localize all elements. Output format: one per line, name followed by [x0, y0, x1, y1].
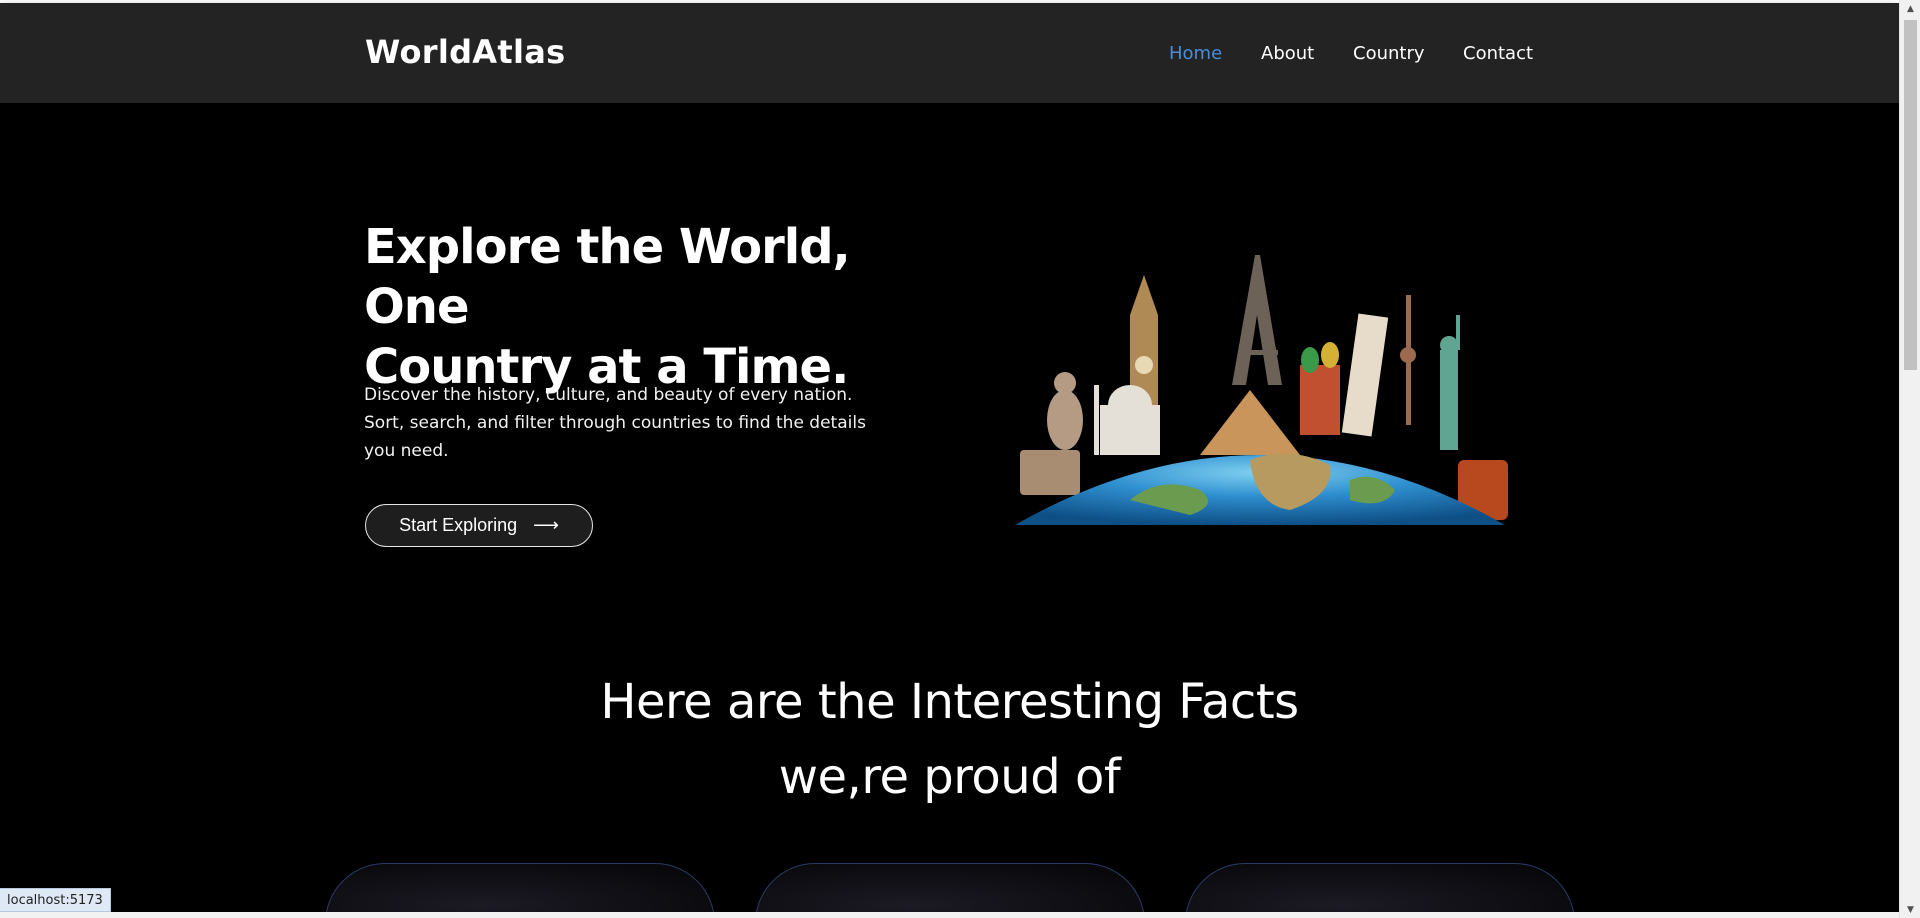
- arrow-right-icon: ⟶: [533, 515, 559, 535]
- globe-icon: [1015, 453, 1505, 525]
- hero-description-line-2: Sort, search, and filter through countri…: [364, 413, 866, 433]
- scroll-up-arrow-icon[interactable]: ▲: [1900, 0, 1920, 17]
- scroll-down-arrow-icon[interactable]: ▼: [1900, 901, 1920, 918]
- hero-title-line-1: Explore the World, One: [364, 219, 851, 335]
- statue-of-liberty-icon: [1440, 315, 1460, 450]
- facts-title: Here are the Interesting Facts we,re pro…: [0, 665, 1899, 815]
- fact-card: [1185, 863, 1575, 918]
- st-basils-icon: [1300, 342, 1340, 435]
- window-bottom-edge: [0, 912, 1899, 918]
- pyramid-icon: [1200, 390, 1300, 455]
- facts-title-line-1: Here are the Interesting Facts: [600, 674, 1299, 730]
- pisa-tower-icon: [1341, 313, 1389, 437]
- fact-card: [325, 863, 715, 918]
- nav-link-home[interactable]: Home: [1169, 43, 1222, 64]
- brand-logo[interactable]: WorldAtlas: [365, 33, 565, 71]
- nav-link-about[interactable]: About: [1261, 43, 1314, 64]
- buddha-statue-icon: [1047, 372, 1083, 450]
- hero-title: Explore the World, One Country at a Time…: [364, 217, 964, 397]
- colosseum-icon: [1020, 450, 1080, 495]
- hero-description-line-3: you need.: [364, 441, 449, 461]
- hero-description: Discover the history, culture, and beaut…: [364, 381, 904, 465]
- vertical-scrollbar[interactable]: ▲ ▼: [1899, 0, 1920, 918]
- hero-description-line-1: Discover the history, culture, and beaut…: [364, 385, 853, 405]
- start-exploring-label: Start Exploring: [399, 515, 518, 535]
- fact-card: [755, 863, 1145, 918]
- navbar: WorldAtlas Home About Country Contact: [0, 3, 1899, 103]
- nav-link-contact[interactable]: Contact: [1463, 43, 1533, 64]
- facts-title-line-2: we,re proud of: [778, 749, 1121, 805]
- nav-link-country[interactable]: Country: [1353, 43, 1425, 64]
- oriental-pearl-tower-icon: [1400, 295, 1416, 425]
- eiffel-tower-icon: [1232, 255, 1282, 385]
- world-landmarks-illustration: [1015, 255, 1508, 525]
- scroll-thumb[interactable]: [1904, 20, 1917, 370]
- start-exploring-button[interactable]: Start Exploring ⟶: [365, 504, 593, 547]
- status-bar-url: localhost:5173: [0, 888, 111, 912]
